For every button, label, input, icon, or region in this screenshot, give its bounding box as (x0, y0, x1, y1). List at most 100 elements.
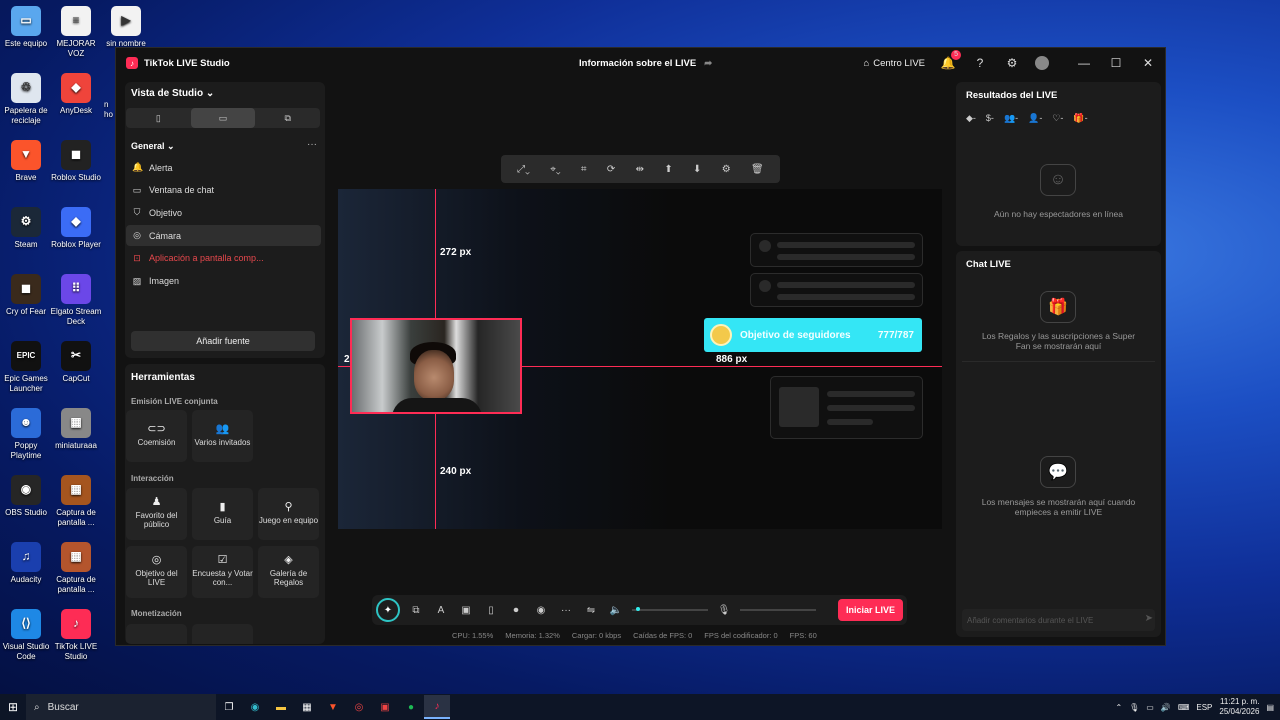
desktop-icon[interactable]: ◆ Roblox Player (50, 207, 102, 250)
gift-filter-icon[interactable]: 🎁- (1073, 113, 1087, 124)
source-item[interactable]: ▨ Imagen (126, 271, 321, 292)
centro-live-button[interactable]: ⌂ Centro LIVE (864, 58, 926, 69)
source-item[interactable]: ⛉ Objetivo (126, 202, 321, 223)
desktop-icon[interactable]: ◆ AnyDesk (50, 73, 102, 116)
close-button[interactable]: ✕ (1139, 54, 1157, 72)
mic-volume-slider[interactable] (740, 609, 816, 611)
desktop-icon[interactable]: ▶ sin nombre (100, 6, 152, 49)
taskbar-app-2[interactable]: ▣ (372, 695, 398, 719)
desktop-icon[interactable]: ▼ Brave (0, 140, 52, 183)
align-icon[interactable]: ⌖⌄ (550, 164, 560, 175)
tool-tile-monetization[interactable] (126, 624, 187, 644)
taskbar-store[interactable]: ▦ (294, 695, 320, 719)
tool-tile[interactable]: ♟ Favorito del público (126, 488, 187, 540)
tool-tile[interactable]: ⊂⊃ Coemisión (126, 410, 187, 462)
layer-up-icon[interactable]: ⬆ (664, 164, 672, 175)
desktop-icon[interactable]: ◉ OBS Studio (0, 475, 52, 518)
maximize-button[interactable]: ☐ (1107, 54, 1125, 72)
share-icon[interactable]: ➦ (704, 58, 712, 69)
phone-button[interactable]: ▯ (482, 601, 500, 619)
volume-knob[interactable] (635, 607, 640, 611)
studio-view-dropdown[interactable]: Vista de Studio ⌄ (131, 88, 214, 99)
rotate-icon[interactable]: ⟳ (607, 164, 615, 175)
input-method-icon[interactable]: ⌨ (1178, 703, 1190, 712)
live-info-title[interactable]: Información sobre el LIVE ➦ (579, 58, 712, 69)
follower-filter-icon[interactable]: 👤- (1028, 113, 1042, 124)
taskbar-search[interactable]: ⌕ Buscar (26, 694, 216, 720)
chevron-up-icon[interactable]: ⌃ (1115, 703, 1122, 712)
notifications-tray-icon[interactable]: ▤ (1266, 703, 1274, 712)
desktop-icon[interactable]: ≡ MEJORAR VOZ (50, 6, 102, 58)
more-controls-button[interactable]: ··· (557, 601, 575, 619)
help-button[interactable]: ? (971, 54, 989, 72)
more-options-icon[interactable]: ··· (307, 139, 317, 150)
tool-tile[interactable]: ☑ Encuesta y Votar con... (192, 546, 253, 598)
add-source-button[interactable]: Añadir fuente (131, 331, 315, 351)
desktop-icon[interactable]: ▭ Este equipo (0, 6, 52, 49)
avatar[interactable] (1035, 56, 1049, 70)
taskbar-tiktok-live[interactable]: ♪ (424, 695, 450, 719)
caption-button[interactable]: ▣ (457, 601, 475, 619)
source-group-dropdown[interactable]: General ⌄ (131, 141, 175, 152)
diamond-filter-icon[interactable]: ◆- (966, 113, 976, 124)
screen-effects-button[interactable]: ⧉ (407, 601, 425, 619)
desktop-icon[interactable]: ♫ Audacity (0, 542, 52, 585)
minimize-button[interactable]: — (1075, 54, 1093, 72)
record-button[interactable]: ⏺ (507, 601, 525, 619)
volume-icon[interactable]: 🔊 (1161, 703, 1171, 712)
source-item[interactable]: ◎ Cámara (126, 225, 321, 247)
send-icon[interactable]: ➤ (1145, 613, 1153, 624)
comment-input[interactable]: Añadir comentarios durante el LIVE (962, 609, 1155, 631)
dual-mode-button[interactable]: ⧉ (255, 108, 320, 128)
desktop-icon[interactable]: ⟨⟩ Visual Studio Code (0, 609, 52, 661)
tool-tile[interactable]: ◈ Galería de Regalos (258, 546, 319, 598)
go-live-button[interactable]: Iniciar LIVE (837, 599, 903, 621)
portrait-mode-button[interactable]: ▯ (126, 108, 191, 128)
audio-mixer-button[interactable]: ⇋ (582, 601, 600, 619)
tool-tile[interactable]: ⚲ Juego en equipo (258, 488, 319, 540)
desktop-icon[interactable]: ▦ Captura de pantalla ... (50, 475, 102, 527)
follower-goal-widget[interactable]: Objetivo de seguidores 777/787 (704, 318, 922, 352)
notifications-button[interactable]: 🔔 5 (939, 50, 961, 72)
desktop-icon[interactable]: EPIC Epic Games Launcher (0, 341, 52, 393)
source-item[interactable]: ⊡ Aplicación a pantalla comp... (126, 248, 321, 269)
source-settings-icon[interactable]: ⚙ (722, 164, 731, 175)
clock[interactable]: 11:21 p. m. 25/04/2026 (1219, 697, 1259, 717)
viewers-filter-icon[interactable]: 👥- (1004, 113, 1018, 124)
capture-button[interactable]: ◉ (532, 601, 550, 619)
magic-tools-button[interactable]: ✦ (376, 598, 400, 622)
task-view-button[interactable]: ❐ (216, 695, 242, 719)
desktop-icon[interactable]: ◼ Roblox Studio (50, 140, 102, 183)
language-indicator[interactable]: ESP (1196, 703, 1212, 712)
taskbar-app[interactable]: ◎ (346, 695, 372, 719)
start-button[interactable]: ⊞ (0, 694, 26, 720)
speaker-button[interactable]: 🔈 (607, 601, 625, 619)
desktop-icon[interactable]: ▦ Captura de pantalla ... (50, 542, 102, 594)
taskbar-brave[interactable]: ▼ (320, 695, 346, 719)
ai-button[interactable]: A (432, 601, 450, 619)
settings-button[interactable]: ⚙ (1003, 54, 1021, 72)
resize-icon[interactable]: ⤢⌄ (517, 164, 530, 175)
preview-canvas[interactable]: 272 px 25 px 886 px 240 px Objetivo de s… (338, 189, 942, 529)
desktop-icon[interactable]: ⚙ Steam (0, 207, 52, 250)
desktop-icon[interactable]: ☻ Poppy Playtime (0, 408, 52, 460)
landscape-mode-button[interactable]: ▭ (190, 108, 256, 128)
flip-icon[interactable]: ⇹ (636, 164, 644, 175)
microphone-button[interactable]: 🎙 (715, 601, 733, 619)
source-item[interactable]: 🔔 Alerta (126, 157, 321, 178)
desktop-icon[interactable]: ♲ Papelera de reciclaje (0, 73, 52, 125)
tool-tile[interactable]: 👥 Varios invitados (192, 410, 253, 462)
desktop-icon[interactable]: ♪ TikTok LIVE Studio (50, 609, 102, 661)
network-icon[interactable]: ▭ (1146, 703, 1154, 712)
coin-filter-icon[interactable]: $- (986, 113, 994, 124)
desktop-icon[interactable]: ⠿ Elgato Stream Deck (50, 274, 102, 326)
tool-tile[interactable]: ▮ Guía (192, 488, 253, 540)
speaker-volume-slider[interactable] (632, 607, 708, 611)
delete-icon[interactable]: 🗑 (751, 164, 764, 175)
tool-tile[interactable]: ◎ Objetivo del LIVE (126, 546, 187, 598)
like-filter-icon[interactable]: ♡- (1052, 113, 1063, 124)
crop-icon[interactable]: ⌗ (581, 164, 587, 175)
desktop-icon[interactable]: ✂ CapCut (50, 341, 102, 384)
source-item[interactable]: ▭ Ventana de chat (126, 180, 321, 201)
camera-source[interactable] (350, 318, 522, 414)
